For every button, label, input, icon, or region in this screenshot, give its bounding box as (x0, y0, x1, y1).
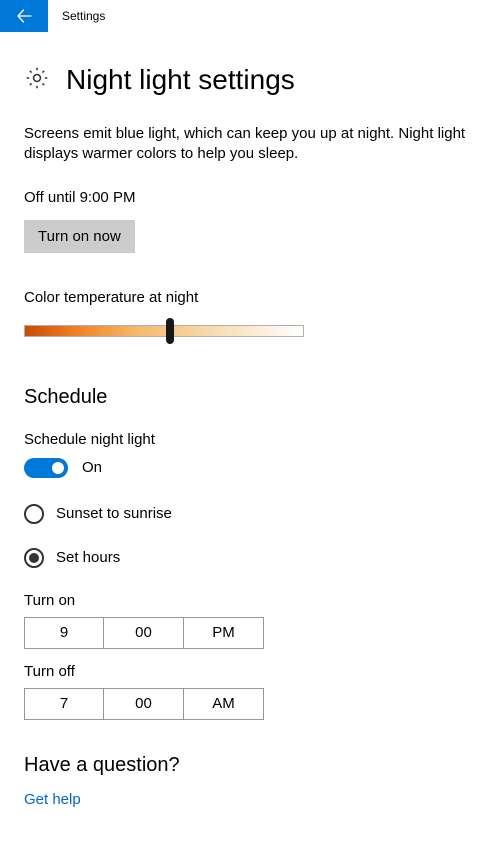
radio-label: Sunset to sunrise (56, 505, 172, 522)
turn-on-time-picker: 9 00 PM (24, 617, 479, 649)
title-bar: Settings (0, 0, 503, 32)
radio-sunset-to-sunrise[interactable]: Sunset to sunrise (24, 504, 479, 524)
radio-icon (24, 548, 44, 568)
gear-icon (24, 65, 50, 95)
page-description: Screens emit blue light, which can keep … (24, 124, 479, 165)
toggle-knob (52, 462, 64, 474)
schedule-toggle[interactable] (24, 458, 68, 478)
turn-off-label: Turn off (24, 663, 479, 680)
slider-track (24, 325, 304, 337)
window-title: Settings (48, 9, 105, 23)
schedule-toggle-state: On (82, 459, 102, 476)
slider-thumb[interactable] (166, 318, 174, 344)
schedule-toggle-row: On (24, 458, 479, 478)
radio-label: Set hours (56, 549, 120, 566)
turn-off-minute[interactable]: 00 (104, 688, 184, 720)
turn-off-ampm[interactable]: AM (184, 688, 264, 720)
turn-on-minute[interactable]: 00 (104, 617, 184, 649)
page-title-row: Night light settings (24, 64, 479, 96)
color-temperature-label: Color temperature at night (24, 289, 479, 306)
night-light-status: Off until 9:00 PM (24, 189, 479, 206)
help-header: Have a question? (24, 754, 479, 777)
radio-set-hours[interactable]: Set hours (24, 548, 479, 568)
get-help-link[interactable]: Get help (24, 791, 479, 808)
radio-dot-icon (29, 553, 39, 563)
color-temperature-slider[interactable] (24, 316, 304, 342)
page-title: Night light settings (66, 64, 295, 96)
turn-on-label: Turn on (24, 592, 479, 609)
schedule-toggle-label: Schedule night light (24, 431, 479, 448)
content-area: Night light settings Screens emit blue l… (0, 32, 503, 808)
turn-off-time-picker: 7 00 AM (24, 688, 479, 720)
arrow-left-icon (16, 8, 32, 24)
back-button[interactable] (0, 0, 48, 32)
turn-on-now-button[interactable]: Turn on now (24, 220, 135, 253)
schedule-header: Schedule (24, 386, 479, 409)
turn-on-hour[interactable]: 9 (24, 617, 104, 649)
radio-icon (24, 504, 44, 524)
turn-off-hour[interactable]: 7 (24, 688, 104, 720)
turn-on-ampm[interactable]: PM (184, 617, 264, 649)
